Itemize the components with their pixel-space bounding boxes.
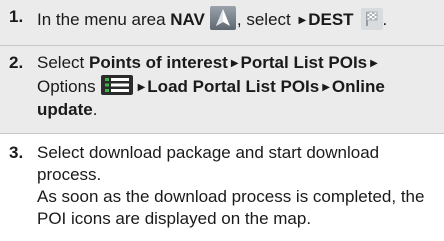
- step-number: 2.: [9, 52, 24, 72]
- step-text: .: [382, 10, 388, 29]
- triangle-right-icon: ▶: [298, 15, 307, 26]
- triangle-right-icon: ▶: [137, 81, 146, 93]
- triangle-right-icon: ▶: [370, 57, 378, 69]
- instruction-steps: 1. In the menu area NAV, select ▶ DEST. 2…: [0, 0, 444, 241]
- nav-menu-label: NAV: [170, 10, 205, 29]
- triangle-right-icon: ▶: [230, 57, 239, 69]
- step-text: .: [92, 99, 98, 119]
- portal-list-pois-label: Portal List POIs: [240, 52, 368, 72]
- step-1: 1. In the menu area NAV , select ▶ DEST.: [0, 0, 444, 45]
- step-3: 3. Select download package and start dow…: [0, 134, 444, 241]
- step-text: Select download package and start downlo…: [37, 142, 380, 184]
- step-2: 2. Select Points of interest ▶ Portal List…: [0, 45, 444, 133]
- load-portal-list-pois-label: Load Portal List POIs: [147, 76, 320, 96]
- step-text: In the menu area: [37, 10, 171, 29]
- dest-menu-label: DEST: [308, 10, 354, 29]
- step-text: Select: [37, 52, 89, 72]
- navigation-arrow-icon: [209, 6, 236, 30]
- step-number: 1.: [9, 7, 24, 26]
- options-menu-icon: [100, 74, 133, 95]
- step-text: , select: [236, 10, 296, 29]
- destination-flag-icon: [360, 8, 383, 30]
- step-number: 3.: [9, 142, 24, 162]
- step-text: Options: [37, 76, 96, 96]
- triangle-right-icon: ▶: [322, 81, 330, 93]
- points-of-interest-label: Points of interest: [88, 52, 228, 72]
- step-result-text: As soon as the download process is compl…: [37, 186, 425, 228]
